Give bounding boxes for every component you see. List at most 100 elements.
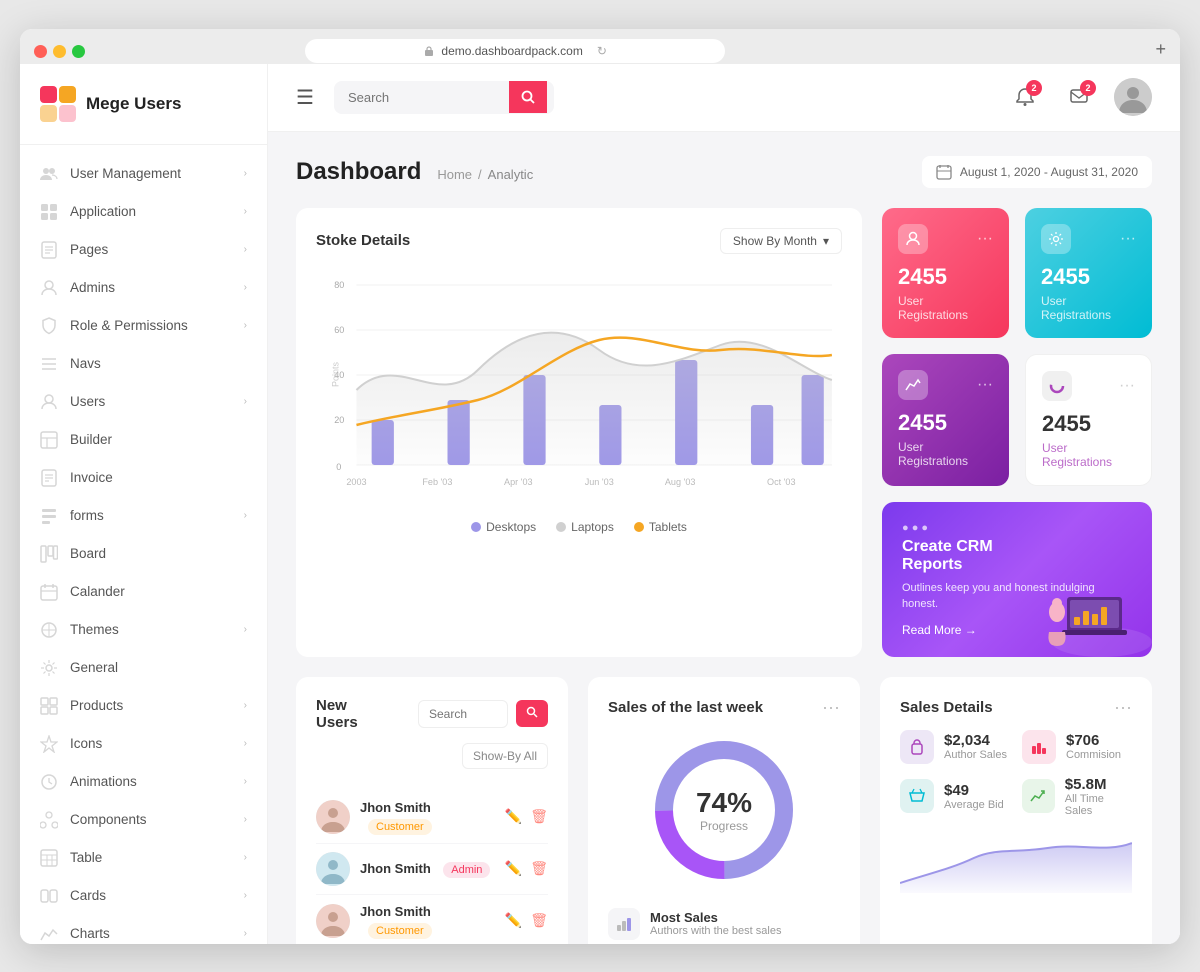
sidebar-item-builder[interactable]: Builder bbox=[20, 421, 267, 459]
sidebar-item-cards[interactable]: Cards › bbox=[20, 877, 267, 915]
delete-icon-3[interactable]: 🗑 bbox=[530, 912, 548, 929]
dot-yellow[interactable] bbox=[53, 45, 66, 58]
user-info-2: Jhon Smith Admin bbox=[360, 860, 495, 878]
new-users-header: NewUsers bbox=[316, 697, 548, 731]
sidebar-item-board[interactable]: Board bbox=[20, 535, 267, 573]
user-avatar-img-2 bbox=[316, 852, 350, 886]
svg-text:Oct '03: Oct '03 bbox=[767, 477, 796, 487]
stat-header-3: ··· bbox=[898, 370, 993, 400]
stat-value-4: 2455 bbox=[1042, 411, 1135, 437]
messages-button[interactable]: 2 bbox=[1060, 78, 1098, 116]
avatar-image bbox=[1114, 78, 1152, 116]
detail-author-sales: $2,034 Author Sales bbox=[900, 730, 1010, 764]
chart-filter-button[interactable]: Show By Month ▾ bbox=[720, 228, 842, 254]
sidebar-nav: User Management › Application › Pages › … bbox=[20, 145, 267, 944]
user-info-1: Jhon Smith Customer bbox=[360, 799, 495, 835]
legend-desktops: Desktops bbox=[471, 520, 536, 534]
dot-red[interactable] bbox=[34, 45, 47, 58]
edit-icon-2[interactable]: ✏️ bbox=[505, 860, 522, 877]
sidebar-item-products[interactable]: Products › bbox=[20, 687, 267, 725]
sidebar-item-users[interactable]: Users › bbox=[20, 383, 267, 421]
search-button[interactable] bbox=[509, 81, 547, 113]
stat-card-purple: ··· 2455 UserRegistrations bbox=[882, 354, 1009, 486]
avg-bid-label: Average Bid bbox=[944, 799, 1004, 811]
search-input[interactable] bbox=[334, 81, 509, 114]
stat-dots-1[interactable]: ··· bbox=[977, 230, 993, 248]
hamburger-button[interactable]: ☰ bbox=[296, 85, 314, 110]
dot-green[interactable] bbox=[72, 45, 85, 58]
chart-legend: Desktops Laptops Tablets bbox=[316, 520, 842, 534]
most-sales-info: Most Sales Authors with the best sales bbox=[650, 910, 781, 937]
show-by-container: Show-By All bbox=[316, 743, 548, 781]
stat-icon-2 bbox=[1041, 224, 1071, 254]
all-time-value: $5.8M bbox=[1065, 776, 1132, 793]
sidebar-item-user-management[interactable]: User Management › bbox=[20, 155, 267, 193]
edit-icon-3[interactable]: ✏️ bbox=[505, 912, 522, 929]
trending-icon bbox=[1029, 787, 1047, 805]
date-range[interactable]: August 1, 2020 - August 31, 2020 bbox=[922, 156, 1152, 188]
chart-stat-icon bbox=[905, 377, 921, 393]
sidebar-item-invoice[interactable]: Invoice bbox=[20, 459, 267, 497]
sidebar-item-application[interactable]: Application › bbox=[20, 193, 267, 231]
user-avatar-img-3 bbox=[316, 904, 350, 938]
commission-value: $706 bbox=[1066, 732, 1121, 749]
edit-icon-1[interactable]: ✏️ bbox=[505, 808, 522, 825]
calendar-icon-header bbox=[936, 164, 952, 180]
notification-button[interactable]: 2 bbox=[1006, 78, 1044, 116]
delete-icon-1[interactable]: 🗑 bbox=[530, 808, 548, 825]
delete-icon-2[interactable]: 🗑 bbox=[530, 860, 548, 877]
user-info-3: Jhon Smith Customer bbox=[360, 903, 495, 939]
sidebar-item-navs[interactable]: Navs bbox=[20, 345, 267, 383]
show-by-button[interactable]: Show-By All bbox=[462, 743, 548, 769]
legend-dot-desktops bbox=[471, 522, 481, 532]
sidebar-item-charts[interactable]: Charts › bbox=[20, 915, 267, 944]
search-small-icon bbox=[526, 706, 538, 718]
stat-icon-4 bbox=[1042, 371, 1072, 401]
user-avatar[interactable] bbox=[1114, 78, 1152, 116]
sidebar-item-themes[interactable]: Themes › bbox=[20, 611, 267, 649]
legend-dot-tablets bbox=[634, 522, 644, 532]
sidebar-logo: Mege Users bbox=[20, 64, 267, 145]
sidebar-item-general[interactable]: General bbox=[20, 649, 267, 687]
browser-address[interactable]: demo.dashboardpack.com ↻ bbox=[305, 39, 725, 63]
sidebar-item-pages[interactable]: Pages › bbox=[20, 231, 267, 269]
chart-title: Stoke Details bbox=[316, 232, 410, 249]
bag-icon bbox=[908, 738, 926, 756]
browser-dots bbox=[34, 45, 85, 58]
sidebar-item-animations[interactable]: Animations › bbox=[20, 763, 267, 801]
stat-icon-1 bbox=[898, 224, 928, 254]
stat-value-2: 2455 bbox=[1041, 264, 1136, 290]
svg-text:Jun '03: Jun '03 bbox=[585, 477, 614, 487]
sidebar-item-table[interactable]: Table › bbox=[20, 839, 267, 877]
detail-avg-bid: $49 Average Bid bbox=[900, 776, 1010, 817]
stat-dots-2[interactable]: ··· bbox=[1120, 230, 1136, 248]
sidebar-item-admins[interactable]: Admins › bbox=[20, 269, 267, 307]
user-row-1: Jhon Smith Customer ✏️ 🗑 bbox=[316, 791, 548, 844]
stat-card-pink: ··· 2455 UserRegistrations bbox=[882, 208, 1009, 338]
stock-chart-card: Stoke Details Show By Month ▾ 80 60 bbox=[296, 208, 862, 657]
sales-chart-dots[interactable]: ··· bbox=[822, 697, 840, 718]
message-badge: 2 bbox=[1080, 80, 1096, 96]
stat-dots-4[interactable]: ··· bbox=[1119, 377, 1135, 395]
stats-row-top: ··· 2455 UserRegistrations bbox=[882, 208, 1152, 338]
sales-chart-header: Sales of the last week ··· bbox=[608, 697, 840, 718]
reload-icon[interactable]: ↻ bbox=[597, 44, 607, 58]
search-icon bbox=[521, 90, 535, 104]
sidebar-item-components[interactable]: Components › bbox=[20, 801, 267, 839]
new-tab-button[interactable]: + bbox=[1155, 39, 1166, 64]
sidebar-item-icons[interactable]: Icons › bbox=[20, 725, 267, 763]
sidebar-item-role-permissions[interactable]: Role & Permissions › bbox=[20, 307, 267, 345]
sidebar-item-forms[interactable]: forms › bbox=[20, 497, 267, 535]
commission-icon bbox=[1022, 730, 1056, 764]
new-users-search-button[interactable] bbox=[516, 700, 548, 727]
date-range-text: August 1, 2020 - August 31, 2020 bbox=[960, 165, 1138, 179]
crm-card: ● ● ● Create CRMReports Outlines keep yo… bbox=[882, 502, 1152, 657]
chart-filter-label: Show By Month bbox=[733, 234, 817, 248]
sidebar-item-calendar[interactable]: Calander bbox=[20, 573, 267, 611]
stat-dots-3[interactable]: ··· bbox=[977, 376, 993, 394]
sales-details-dots[interactable]: ··· bbox=[1114, 697, 1132, 718]
new-users-search-input[interactable] bbox=[418, 700, 508, 728]
app-body: Mege Users User Management › Application… bbox=[20, 64, 1180, 944]
sales-details-title: Sales Details bbox=[900, 699, 993, 716]
breadcrumb-home[interactable]: Home bbox=[437, 167, 472, 182]
